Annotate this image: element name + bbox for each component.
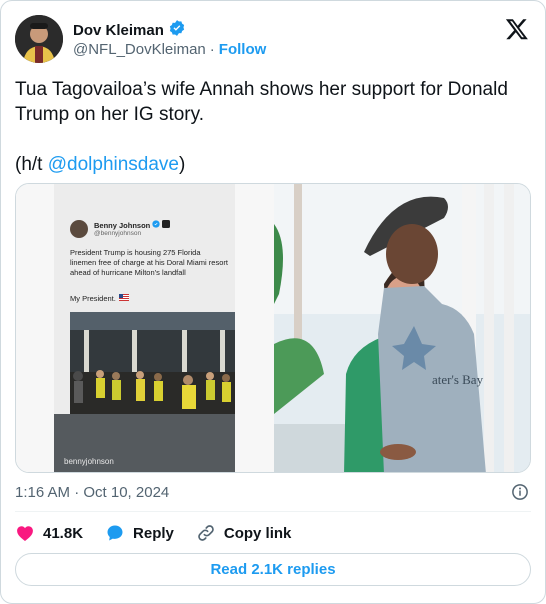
divider [15, 511, 531, 512]
media-right-image[interactable]: ater's Bay [274, 184, 530, 472]
link-icon [196, 523, 216, 543]
embedded-handle: @bennyjohnson [94, 230, 142, 237]
embedded-verified-icon [152, 220, 160, 230]
copy-link-label: Copy link [223, 524, 292, 542]
separator-dot: · [209, 41, 215, 58]
mention-link[interactable]: @dolphinsdave [48, 154, 179, 175]
story-handle: bennyjohnson [64, 457, 114, 466]
x-logo-icon[interactable] [505, 17, 529, 41]
tweet-card: Dov Kleiman @NFL_DovKleiman · Follow Tua… [0, 0, 546, 604]
embedded-avatar [70, 220, 88, 238]
reply-bubble-icon [105, 523, 125, 543]
media-left-image[interactable]: Benny Johnson @bennyjohnson President Tr… [16, 184, 274, 472]
tweet-text-line1: Tua Tagovailoa’s wife Annah shows her su… [15, 79, 508, 125]
tweet-header: Dov Kleiman @NFL_DovKleiman · Follow [15, 15, 531, 65]
embedded-tweet: Benny Johnson @bennyjohnson President Tr… [54, 184, 235, 314]
tweet-timestamp[interactable]: 1:16 AM · Oct 10, 2024 [15, 484, 169, 501]
us-flag-icon [118, 294, 129, 303]
tweet-text: Tua Tagovailoa’s wife Annah shows her su… [15, 77, 535, 177]
author-handle[interactable]: @NFL_DovKleiman [73, 41, 206, 58]
author-handle-row: @NFL_DovKleiman · Follow [73, 41, 266, 58]
embedded-author-name: Benny Johnson [94, 220, 151, 230]
action-bar: 41.8K Reply Copy link [15, 521, 313, 545]
heart-icon [15, 523, 35, 543]
embedded-video [70, 312, 235, 414]
reply-label: Reply [133, 524, 174, 542]
shirt-text: ater's Bay [432, 372, 484, 387]
info-icon[interactable] [511, 483, 529, 501]
embedded-x-badge-icon [162, 220, 171, 230]
like-button[interactable]: 41.8K [15, 523, 83, 543]
embedded-author: Benny Johnson [94, 220, 171, 230]
embedded-text-2: My President. [70, 294, 129, 303]
read-replies-button[interactable]: Read 2.1K replies [15, 553, 531, 586]
embedded-text: President Trump is housing 275 Florida l… [70, 248, 228, 277]
tweet-ht-prefix: (h/t [15, 154, 48, 175]
like-count: 41.8K [43, 524, 84, 542]
ig-story-screenshot: Benny Johnson @bennyjohnson President Tr… [54, 184, 235, 472]
verified-badge-icon [168, 19, 186, 42]
tweet-text-line2: (h/t @dolphinsdave) [15, 152, 535, 177]
embedded-text-2-label: My President. [70, 294, 116, 303]
reply-button[interactable]: Reply [105, 523, 174, 543]
avatar[interactable] [15, 15, 63, 63]
author-display-name[interactable]: Dov Kleiman [73, 22, 164, 39]
follow-button[interactable]: Follow [219, 41, 267, 58]
copy-link-button[interactable]: Copy link [196, 523, 292, 543]
tweet-ht-suffix: ) [179, 154, 186, 175]
tweet-media[interactable]: Benny Johnson @bennyjohnson President Tr… [15, 183, 531, 473]
author-name-row: Dov Kleiman [73, 19, 186, 42]
